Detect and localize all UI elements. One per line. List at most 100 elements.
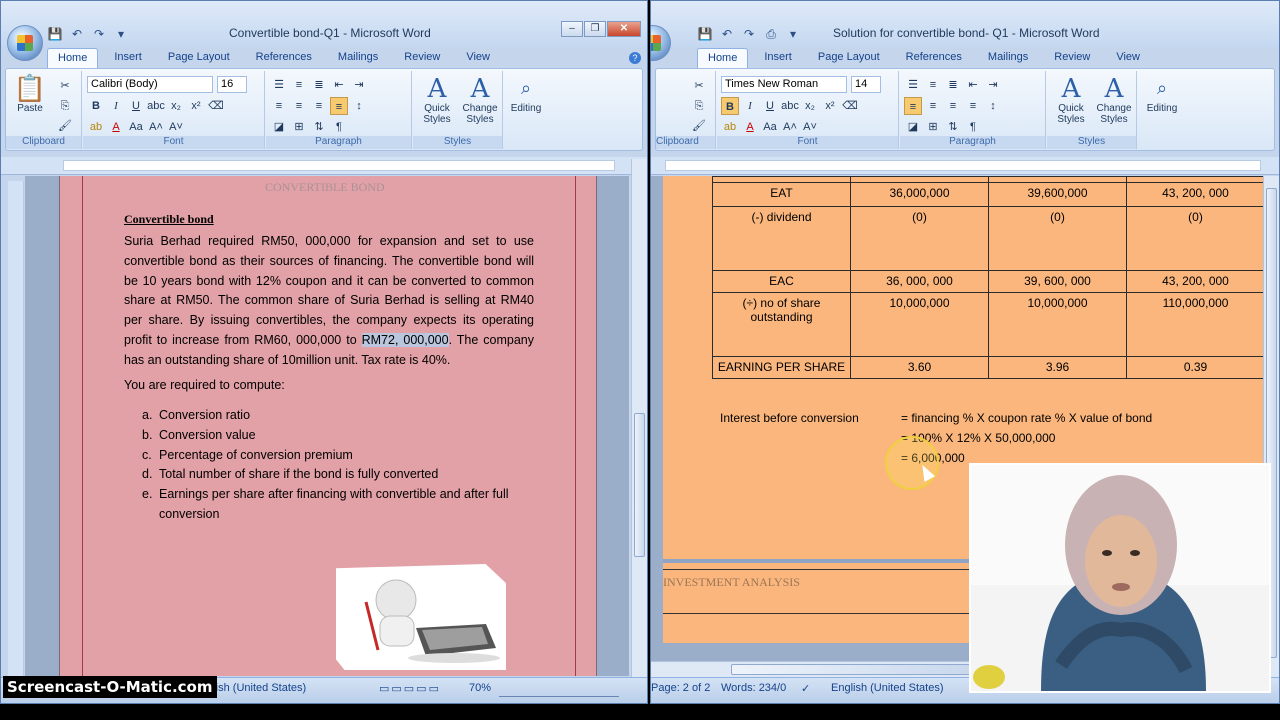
- horizontal-ruler[interactable]: [1, 157, 647, 175]
- numbering-icon[interactable]: ≡: [924, 76, 942, 94]
- numbering-icon[interactable]: ≡: [290, 76, 308, 94]
- italic-button[interactable]: I: [741, 97, 759, 115]
- help-icon[interactable]: ?: [629, 52, 641, 64]
- font-name-box[interactable]: Calibri (Body): [87, 76, 213, 93]
- font-size-box[interactable]: 14: [851, 76, 881, 93]
- tab-references[interactable]: References: [246, 48, 322, 68]
- tab-view[interactable]: View: [456, 48, 500, 68]
- highlight-icon[interactable]: ab: [721, 118, 739, 136]
- redo-icon[interactable]: ↷: [91, 27, 107, 41]
- change-case-icon[interactable]: Aa: [127, 118, 145, 136]
- align-right-icon[interactable]: ≡: [944, 97, 962, 115]
- shading-icon[interactable]: ◪: [270, 118, 288, 136]
- subscript-button[interactable]: x₂: [801, 97, 819, 115]
- sort-icon[interactable]: ⇅: [944, 118, 962, 136]
- shrink-font-icon[interactable]: A˅: [167, 118, 185, 136]
- shrink-font-icon[interactable]: A˅: [801, 118, 819, 136]
- language-indicator[interactable]: nglish (United States): [201, 682, 306, 694]
- increase-indent-icon[interactable]: ⇥: [984, 76, 1002, 94]
- strikethrough-button[interactable]: abc: [147, 97, 165, 115]
- tab-insert[interactable]: Insert: [104, 48, 152, 68]
- sort-icon[interactable]: ⇅: [310, 118, 328, 136]
- superscript-button[interactable]: x²: [821, 97, 839, 115]
- clear-formatting-icon[interactable]: ⌫: [207, 97, 225, 115]
- customize-qat-icon[interactable]: ▾: [113, 27, 129, 41]
- bold-button[interactable]: B: [721, 97, 739, 115]
- increase-indent-icon[interactable]: ⇥: [350, 76, 368, 94]
- cut-icon[interactable]: ✂: [690, 77, 708, 95]
- tab-page-layout[interactable]: Page Layout: [808, 48, 890, 68]
- tab-home[interactable]: Home: [697, 48, 749, 68]
- undo-icon[interactable]: ↶: [719, 27, 735, 41]
- view-buttons[interactable]: ▭▭▭▭▭: [379, 682, 441, 695]
- multilevel-list-icon[interactable]: ≣: [944, 76, 962, 94]
- scroll-thumb[interactable]: [634, 413, 645, 557]
- editing-button[interactable]: ⌕ Editing: [1142, 75, 1182, 114]
- tab-mailings[interactable]: Mailings: [978, 48, 1038, 68]
- zoom-slider[interactable]: [499, 685, 619, 697]
- vertical-scrollbar[interactable]: [631, 159, 647, 677]
- line-spacing-icon[interactable]: ↕: [350, 97, 368, 115]
- show-hide-icon[interactable]: ¶: [330, 118, 348, 136]
- bold-button[interactable]: B: [87, 97, 105, 115]
- align-left-icon[interactable]: ≡: [904, 97, 922, 115]
- justify-icon[interactable]: ≡: [964, 97, 982, 115]
- quick-styles-button[interactable]: A Quick Styles: [417, 75, 457, 125]
- office-button[interactable]: [7, 25, 43, 61]
- strikethrough-button[interactable]: abc: [781, 97, 799, 115]
- print-preview-icon[interactable]: ⎙: [763, 27, 779, 41]
- shading-icon[interactable]: ◪: [904, 118, 922, 136]
- undo-icon[interactable]: ↶: [69, 27, 85, 41]
- justify-icon[interactable]: ≡: [330, 97, 348, 115]
- grow-font-icon[interactable]: A˄: [147, 118, 165, 136]
- maximize-button[interactable]: ❐: [584, 21, 606, 37]
- underline-button[interactable]: U: [127, 97, 145, 115]
- customize-qat-icon[interactable]: ▾: [785, 27, 801, 41]
- align-right-icon[interactable]: ≡: [310, 97, 328, 115]
- line-spacing-icon[interactable]: ↕: [984, 97, 1002, 115]
- format-painter-icon[interactable]: 🖌: [690, 117, 708, 135]
- quick-styles-button[interactable]: A Quick Styles: [1051, 75, 1091, 125]
- format-painter-icon[interactable]: 🖌: [56, 117, 74, 135]
- save-icon[interactable]: 💾: [47, 27, 63, 41]
- font-color-icon[interactable]: A: [741, 118, 759, 136]
- change-styles-button[interactable]: A Change Styles: [1093, 75, 1135, 125]
- redo-icon[interactable]: ↷: [741, 27, 757, 41]
- close-button[interactable]: ✕: [607, 21, 641, 37]
- editing-button[interactable]: ⌕ Editing: [506, 75, 546, 114]
- proofing-icon[interactable]: ✓: [801, 682, 810, 695]
- horizontal-ruler[interactable]: [651, 157, 1279, 175]
- decrease-indent-icon[interactable]: ⇤: [964, 76, 982, 94]
- save-icon[interactable]: 💾: [697, 27, 713, 41]
- tab-review[interactable]: Review: [394, 48, 450, 68]
- align-left-icon[interactable]: ≡: [270, 97, 288, 115]
- borders-icon[interactable]: ⊞: [290, 118, 308, 136]
- change-case-icon[interactable]: Aa: [761, 118, 779, 136]
- tab-insert[interactable]: Insert: [754, 48, 802, 68]
- subscript-button[interactable]: x₂: [167, 97, 185, 115]
- bullets-icon[interactable]: ☰: [904, 76, 922, 94]
- font-size-box[interactable]: 16: [217, 76, 247, 93]
- page-count[interactable]: Page: 2 of 2: [651, 682, 710, 694]
- superscript-button[interactable]: x²: [187, 97, 205, 115]
- copy-icon[interactable]: ⎘: [56, 97, 74, 115]
- clear-formatting-icon[interactable]: ⌫: [841, 97, 859, 115]
- change-styles-button[interactable]: A Change Styles: [459, 75, 501, 125]
- zoom-level[interactable]: 70%: [469, 682, 491, 694]
- align-center-icon[interactable]: ≡: [924, 97, 942, 115]
- align-center-icon[interactable]: ≡: [290, 97, 308, 115]
- minimize-button[interactable]: –: [561, 21, 583, 37]
- vertical-ruler[interactable]: [8, 181, 24, 676]
- tab-page-layout[interactable]: Page Layout: [158, 48, 240, 68]
- multilevel-list-icon[interactable]: ≣: [310, 76, 328, 94]
- language-indicator[interactable]: English (United States): [831, 682, 944, 694]
- font-name-box[interactable]: Times New Roman: [721, 76, 847, 93]
- paste-button[interactable]: 📋 Paste: [12, 75, 48, 114]
- tab-view[interactable]: View: [1106, 48, 1150, 68]
- highlight-icon[interactable]: ab: [87, 118, 105, 136]
- grow-font-icon[interactable]: A˄: [781, 118, 799, 136]
- scroll-thumb[interactable]: [731, 664, 971, 675]
- italic-button[interactable]: I: [107, 97, 125, 115]
- decrease-indent-icon[interactable]: ⇤: [330, 76, 348, 94]
- tab-references[interactable]: References: [896, 48, 972, 68]
